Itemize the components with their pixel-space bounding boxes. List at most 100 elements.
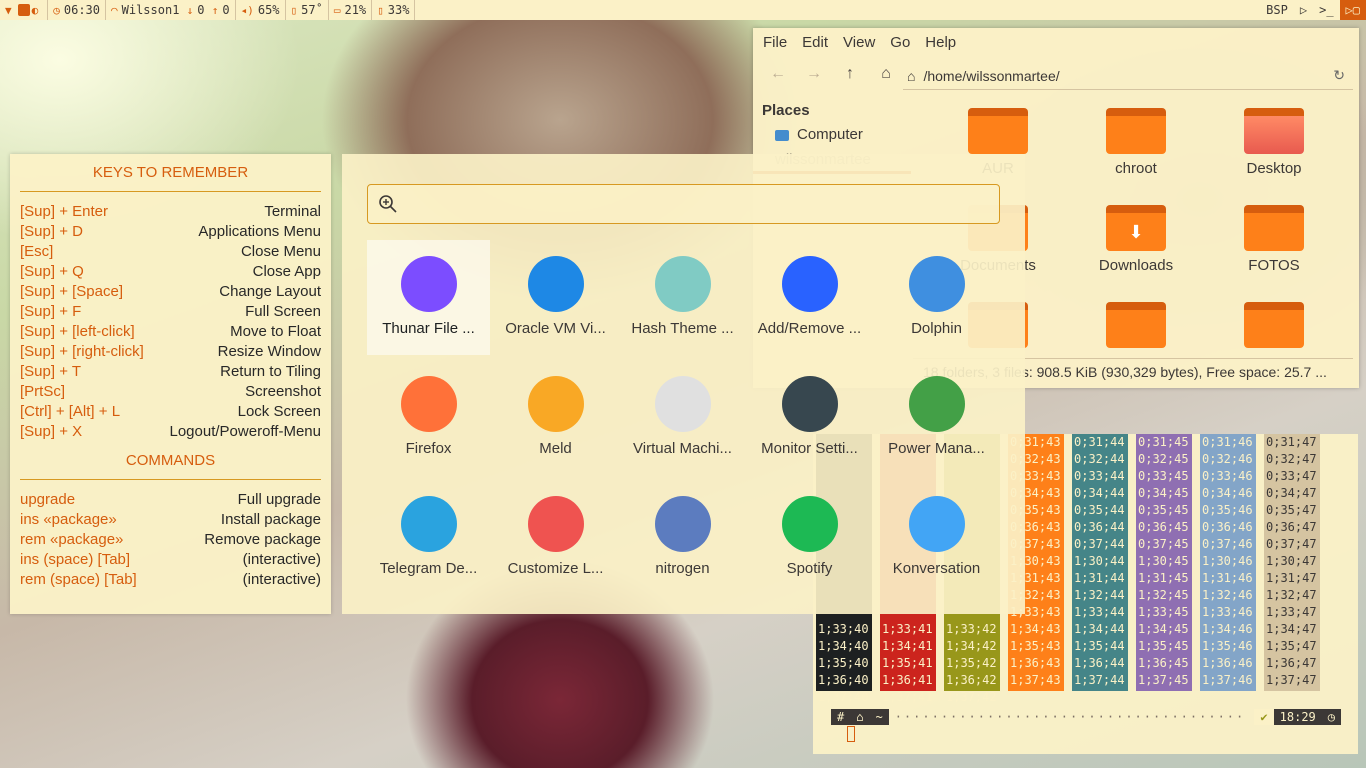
key-action: Full upgrade xyxy=(237,491,321,508)
folder-icon xyxy=(1106,108,1166,154)
back-arrow-icon[interactable]: ← xyxy=(767,65,789,83)
firefox-icon[interactable]: ◐ xyxy=(32,4,39,17)
hash-icon xyxy=(654,256,711,312)
color-cell: 0;33;46 xyxy=(1202,469,1253,483)
color-cell: 1;32;46 xyxy=(1202,588,1253,602)
menu-view[interactable]: View xyxy=(843,34,875,51)
app-name: Power Mana... xyxy=(888,440,985,457)
app-tile[interactable]: Virtual Machi... xyxy=(621,360,744,475)
keys-panel: KEYS TO REMEMBER [Sup] + Enter Terminal [S… xyxy=(10,154,331,614)
memory-widget: ▯ 33% xyxy=(372,0,416,20)
search-input[interactable] xyxy=(367,184,1000,224)
temp-value: 57˚ xyxy=(301,3,323,17)
menu-file[interactable]: File xyxy=(763,34,787,51)
app-tile[interactable]: Customize L... xyxy=(494,480,617,595)
color-cell: 1;36;42 xyxy=(946,673,997,687)
app-name: Add/Remove ... xyxy=(757,320,862,337)
arch-menu[interactable]: ▼ ◐ xyxy=(0,0,49,20)
app-name: Telegram De... xyxy=(379,560,478,577)
file-item[interactable]: Desktop xyxy=(1219,108,1329,177)
color-cell: 1;37;44 xyxy=(1074,673,1125,687)
color-cell: 1;30;45 xyxy=(1138,554,1189,568)
color-cell: 1;30;44 xyxy=(1074,554,1125,568)
path-text: /home/wilssonmartee/ xyxy=(923,67,1060,84)
file-item[interactable]: chroot xyxy=(1081,108,1191,177)
app-tile[interactable]: Telegram De... xyxy=(367,480,490,595)
color-cell: 1;37;43 xyxy=(1010,673,1061,687)
prompt-time: 18:29 xyxy=(1273,709,1322,725)
download-rate: 0 xyxy=(197,3,205,17)
key-row: [Sup] + X Logout/Poweroff-Menu xyxy=(20,422,321,442)
app-tile[interactable]: Monitor Setti... xyxy=(748,360,871,475)
color-cell: 0;36;47 xyxy=(1266,520,1317,534)
color-cell: 1;34;45 xyxy=(1138,622,1189,636)
app-tile[interactable]: Power Mana... xyxy=(875,360,998,475)
memory-value: 33% xyxy=(387,3,410,17)
color-cell: 0;31;46 xyxy=(1202,435,1253,449)
key-row: [Sup] + D Applications Menu xyxy=(20,222,321,242)
color-cell: 1;34;40 xyxy=(818,639,869,653)
app-tile[interactable]: nitrogen xyxy=(621,480,744,595)
app-tile[interactable]: Firefox xyxy=(367,360,490,475)
app-name: Meld xyxy=(539,440,572,457)
color-cell: 1;35;45 xyxy=(1138,639,1189,653)
terminal-icon[interactable]: >_ xyxy=(1313,0,1339,20)
reload-icon[interactable]: ↻ xyxy=(1333,67,1345,84)
app-tile[interactable]: Add/Remove ... xyxy=(748,240,871,355)
key-action: Lock Screen xyxy=(237,403,321,420)
app-tile[interactable]: Thunar File ... xyxy=(367,240,490,355)
key-row: [Sup] + F Full Screen xyxy=(20,302,321,322)
menu-go[interactable]: Go xyxy=(890,34,910,51)
app-tile[interactable]: Meld xyxy=(494,360,617,475)
color-cell: 0;35;46 xyxy=(1202,503,1253,517)
color-cell: 0;31;45 xyxy=(1138,435,1189,449)
up-arrow-icon[interactable]: ↑ xyxy=(839,65,861,83)
file-item[interactable]: ⬇ Downloads xyxy=(1081,205,1191,274)
color-cell: 1;33;45 xyxy=(1138,605,1189,619)
workspace-icon[interactable]: ▷▢ xyxy=(1339,0,1366,20)
forward-arrow-icon[interactable]: → xyxy=(803,65,825,83)
color-cell: 1;32;47 xyxy=(1266,588,1317,602)
color-cell: 0;34;44 xyxy=(1074,486,1125,500)
key-row: [Sup] + [right-click] Resize Window xyxy=(20,342,321,362)
network-widget[interactable]: ◠ Wilsson1 ↓ 0 ↑ 0 xyxy=(106,0,236,20)
app-tile[interactable]: Konversation xyxy=(875,480,998,595)
file-item[interactable] xyxy=(1081,302,1191,354)
color-cell: 0;34;46 xyxy=(1202,486,1253,500)
monitor-icon xyxy=(781,376,838,432)
color-cell: 1;34;41 xyxy=(882,639,933,653)
app-tile[interactable]: Dolphin xyxy=(875,240,998,355)
key-combo: [Sup] + D xyxy=(20,223,83,240)
app-tile[interactable]: Hash Theme ... xyxy=(621,240,744,355)
color-cell: 1;36;46 xyxy=(1202,656,1253,670)
color-cell: 1;36;40 xyxy=(818,673,869,687)
layout-indicator[interactable]: BSP xyxy=(1260,0,1294,20)
color-cell: 1;34;44 xyxy=(1074,622,1125,636)
firefox-icon xyxy=(400,376,457,432)
file-item[interactable]: FOTOS xyxy=(1219,205,1329,274)
color-cell: 1;35;40 xyxy=(818,656,869,670)
folder-icon xyxy=(400,256,457,312)
terminal-prompt: # ⌂ ~ ··································… xyxy=(831,708,1341,726)
menu-bar: File Edit View Go Help xyxy=(753,28,1359,56)
menu-edit[interactable]: Edit xyxy=(802,34,828,51)
app-icon[interactable] xyxy=(17,4,30,16)
app-tile[interactable]: Oracle VM Vi... xyxy=(494,240,617,355)
sidebar-item-label: Computer xyxy=(797,126,863,143)
location-bar[interactable]: ⌂ /home/wilssonmartee/ ↻ xyxy=(903,62,1353,90)
sidebar-item-computer[interactable]: Computer xyxy=(753,122,911,148)
key-action: Terminal xyxy=(264,203,321,220)
app-tile[interactable]: Spotify xyxy=(748,480,871,595)
arch-icon[interactable]: ▼ xyxy=(5,4,12,17)
home-icon[interactable]: ⌂ xyxy=(875,65,897,83)
app-name: Konversation xyxy=(892,560,981,577)
key-combo: [PrtSc] xyxy=(20,383,66,400)
play-icon[interactable]: ▷ xyxy=(1294,0,1313,20)
color-cell: 0;34;47 xyxy=(1266,486,1317,500)
volume-widget[interactable]: ◂) 65% xyxy=(236,0,286,20)
search-icon xyxy=(379,195,397,213)
file-item[interactable] xyxy=(1219,302,1329,354)
menu-help[interactable]: Help xyxy=(925,34,956,51)
key-action: Install package xyxy=(220,511,321,528)
key-combo: [Sup] + [left-click] xyxy=(20,323,135,340)
